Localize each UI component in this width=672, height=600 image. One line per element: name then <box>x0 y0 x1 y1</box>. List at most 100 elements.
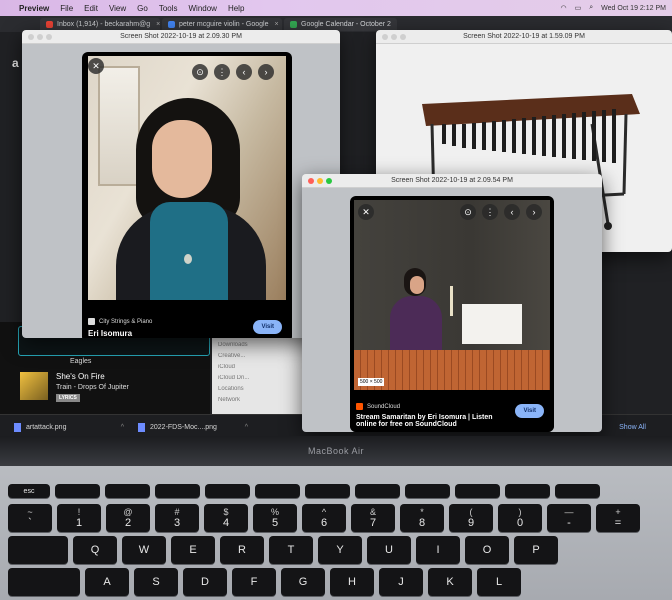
more-vert-icon[interactable]: ⋮ <box>214 64 230 80</box>
close-window-button[interactable] <box>382 34 388 40</box>
performer-photo[interactable]: 500 × 500 <box>354 200 550 390</box>
menu-help[interactable]: Help <box>228 4 244 13</box>
close-tab-icon[interactable]: × <box>275 21 279 28</box>
key-caps-lock[interactable] <box>8 568 80 596</box>
key-o[interactable]: O <box>465 536 509 564</box>
key-f8[interactable] <box>405 484 450 498</box>
chevron-left-icon[interactable]: ‹ <box>236 64 252 80</box>
key-f6[interactable] <box>305 484 350 498</box>
preview-window-portrait[interactable]: Screen Shot 2022-10-19 at 2.09.30 PM ✕ ⊙… <box>22 30 340 338</box>
menu-app-name[interactable]: Preview <box>19 4 49 13</box>
chevron-left-icon[interactable]: ‹ <box>504 204 520 220</box>
key-2[interactable]: @2 <box>106 504 150 532</box>
minimize-window-button[interactable] <box>391 34 397 40</box>
song-title[interactable]: She's On Fire <box>56 372 105 381</box>
key-0[interactable]: ) 0 <box>498 504 542 532</box>
key-h[interactable]: H <box>330 568 374 596</box>
key-f1[interactable] <box>55 484 100 498</box>
key-j[interactable]: J <box>379 568 423 596</box>
key-9[interactable]: (9 <box>449 504 493 532</box>
preview-window-performer[interactable]: Screen Shot 2022-10-19 at 2.09.54 PM 500… <box>302 174 602 432</box>
menu-view[interactable]: View <box>109 4 126 13</box>
show-all-downloads-link[interactable]: Show All <box>619 424 646 431</box>
key-f4[interactable] <box>205 484 250 498</box>
key-a[interactable]: A <box>85 568 129 596</box>
chevron-up-icon[interactable]: ^ <box>245 424 248 431</box>
key-u[interactable]: U <box>367 536 411 564</box>
key-tab[interactable] <box>8 536 68 564</box>
zoom-window-button[interactable] <box>400 34 406 40</box>
browser-tab-gmail[interactable]: Inbox (1,914) - beckarahm@g × <box>40 17 160 31</box>
finder-item[interactable]: iCloud Dri... <box>218 375 298 381</box>
download-item[interactable]: artattack.png ^ <box>14 423 124 432</box>
close-window-button[interactable] <box>308 178 314 184</box>
close-tab-icon[interactable]: × <box>156 21 160 28</box>
key-l[interactable]: L <box>477 568 521 596</box>
close-icon[interactable]: ✕ <box>358 204 374 220</box>
menu-edit[interactable]: Edit <box>84 4 98 13</box>
key-f5[interactable] <box>255 484 300 498</box>
search-icon[interactable]: ⌕ <box>589 4 593 12</box>
key-i[interactable]: I <box>416 536 460 564</box>
close-icon[interactable]: ✕ <box>88 58 104 74</box>
key-d[interactable]: D <box>183 568 227 596</box>
chevron-right-icon[interactable]: › <box>258 64 274 80</box>
chevron-right-icon[interactable]: › <box>526 204 542 220</box>
key-s[interactable]: S <box>134 568 178 596</box>
browser-tab-calendar[interactable]: Google Calendar - October 2 <box>284 17 397 31</box>
download-item[interactable]: 2022-FDS-Moc....png ^ <box>138 423 248 432</box>
key-1[interactable]: ! 1 <box>57 504 101 532</box>
key-r[interactable]: R <box>220 536 264 564</box>
key-f10[interactable] <box>505 484 550 498</box>
key-f11[interactable] <box>555 484 600 498</box>
key-esc[interactable]: esc <box>8 484 50 498</box>
key-=[interactable]: + = <box>596 504 640 532</box>
key-f2[interactable] <box>105 484 150 498</box>
key-k[interactable]: K <box>428 568 472 596</box>
visit-button[interactable]: Visit <box>253 320 282 334</box>
key-t[interactable]: T <box>269 536 313 564</box>
key-f9[interactable] <box>455 484 500 498</box>
portrait-photo[interactable] <box>88 56 286 300</box>
menu-window[interactable]: Window <box>189 4 217 13</box>
menu-file[interactable]: File <box>60 4 73 13</box>
key-6[interactable]: ^ 6 <box>302 504 346 532</box>
key-g[interactable]: G <box>281 568 325 596</box>
card-title[interactable]: Stream Samaritan by Eri Isomura | Listen… <box>356 414 496 428</box>
visit-button[interactable]: Visit <box>515 404 544 418</box>
close-window-button[interactable] <box>28 34 34 40</box>
key-w[interactable]: W <box>122 536 166 564</box>
key-4[interactable]: $4 <box>204 504 248 532</box>
key-f[interactable]: F <box>232 568 276 596</box>
finder-item[interactable]: Creative... <box>218 353 298 359</box>
lens-icon[interactable]: ⊙ <box>460 204 476 220</box>
key-f7[interactable] <box>355 484 400 498</box>
key--[interactable]: — - <box>547 504 591 532</box>
key-p[interactable]: P <box>514 536 558 564</box>
finder-item[interactable]: Network <box>218 397 298 403</box>
minimize-window-button[interactable] <box>37 34 43 40</box>
battery-icon[interactable]: ▭ <box>575 4 582 12</box>
zoom-window-button[interactable] <box>326 178 332 184</box>
browser-tab-google-search[interactable]: peter mcguire violin - Google × <box>162 17 282 31</box>
key-7[interactable]: & 7 <box>351 504 395 532</box>
window-titlebar[interactable]: Screen Shot 2022-10-19 at 1.59.09 PM <box>376 30 672 44</box>
menu-tools[interactable]: Tools <box>159 4 178 13</box>
album-art[interactable] <box>20 372 48 400</box>
more-vert-icon[interactable]: ⋮ <box>482 204 498 220</box>
finder-item[interactable]: Downloads <box>218 342 298 348</box>
minimize-window-button[interactable] <box>317 178 323 184</box>
wifi-icon[interactable]: ◠ <box>560 4 566 12</box>
key-f3[interactable] <box>155 484 200 498</box>
key-e[interactable]: E <box>171 536 215 564</box>
key-y[interactable]: Y <box>318 536 362 564</box>
lens-icon[interactable]: ⊙ <box>192 64 208 80</box>
window-titlebar[interactable]: Screen Shot 2022-10-19 at 2.09.30 PM <box>22 30 340 44</box>
zoom-window-button[interactable] <box>46 34 52 40</box>
window-titlebar[interactable]: Screen Shot 2022-10-19 at 2.09.54 PM <box>302 174 602 188</box>
menu-clock[interactable]: Wed Oct 19 2:12 PM <box>601 5 666 12</box>
key-8[interactable]: * 8 <box>400 504 444 532</box>
key-`[interactable]: ~ ` <box>8 504 52 532</box>
menu-go[interactable]: Go <box>137 4 148 13</box>
key-5[interactable]: % 5 <box>253 504 297 532</box>
